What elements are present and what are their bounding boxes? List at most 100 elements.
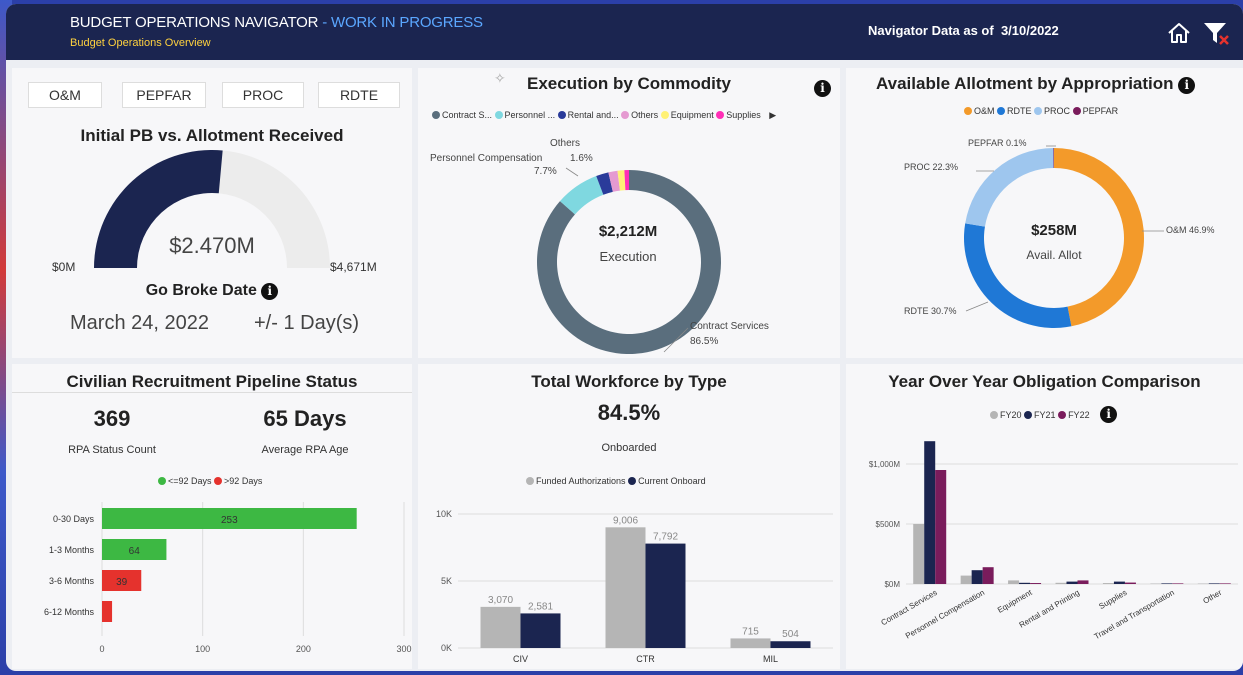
legend-item[interactable]: Supplies <box>716 110 761 120</box>
legend-item[interactable]: Rental and... <box>557 110 619 120</box>
go-broke-heading: Go Broke Date i <box>12 282 412 300</box>
label-contract-pct: 86.5% <box>690 336 719 347</box>
bar <box>770 641 811 648</box>
legend-item[interactable]: PROC <box>1034 106 1070 116</box>
workforce-title: Total Workforce by Type <box>531 372 727 391</box>
legend-item[interactable]: Funded Authorizations <box>526 476 626 486</box>
donut-slice <box>965 148 1054 227</box>
category-label: Equipment <box>996 588 1034 615</box>
rpa-age-label: Average RPA Age <box>261 444 349 456</box>
bar-value-label: 64 <box>129 546 141 557</box>
label-others: Others <box>550 138 581 149</box>
bar-value-label: 715 <box>742 626 759 637</box>
legend-item[interactable]: Equipment <box>660 110 714 120</box>
allotment-title-row: Available Allotment by Appropriation i <box>876 74 1196 94</box>
info-icon[interactable]: i <box>1178 77 1196 94</box>
legend-item[interactable]: >92 Days <box>214 476 262 486</box>
clear-filter-icon[interactable] <box>1202 20 1230 46</box>
bar <box>1124 582 1136 584</box>
recruitment-title: Civilian Recruitment Pipeline Status <box>66 372 358 391</box>
bar <box>1055 582 1067 584</box>
legend-item[interactable]: Contract S... <box>432 110 492 120</box>
legend-item[interactable]: RDTE <box>997 106 1032 116</box>
label-personnel: Personnel Compensation <box>430 153 543 164</box>
legend-item[interactable]: Others <box>621 110 658 120</box>
home-icon[interactable] <box>1166 20 1192 46</box>
title-main: BUDGET OPERATIONS NAVIGATOR <box>70 14 319 31</box>
legend-item[interactable]: <=92 Days <box>158 476 212 486</box>
bar <box>913 524 925 584</box>
allotment-center-value: $258M <box>1031 222 1077 239</box>
gauge-max: $4,671M <box>330 260 377 274</box>
workforce-bar-chart: 10K 5K 0K 3,070 2,581 CIV 9,006 7,792 CTR 715 504 M… <box>436 509 833 664</box>
y-tick-label: 5K <box>441 576 452 586</box>
info-icon[interactable]: i <box>261 283 279 300</box>
bar <box>520 613 561 648</box>
legend-item[interactable]: O&M <box>964 106 995 116</box>
allotment-center-label: Avail. Allot <box>1026 248 1082 262</box>
legend-next-icon[interactable]: ▶ <box>769 110 776 120</box>
bar <box>1077 580 1089 584</box>
yoy-legend: FY20 FY21 FY22 i <box>990 406 1118 423</box>
yoy-bar-chart: $1,000M$500M$0MContract ServicesPersonne… <box>869 441 1238 641</box>
y-tick-label: $1,000M <box>869 460 900 469</box>
recruitment-panel: Civilian Recruitment Pipeline Status 369… <box>12 364 412 669</box>
x-tick-label: 200 <box>296 644 311 654</box>
report-header: BUDGET OPERATIONS NAVIGATOR - WORK IN PR… <box>6 4 1243 60</box>
rpa-count: 369 <box>93 406 131 431</box>
gauge-min: $0M <box>52 260 76 274</box>
label-others-pct: 1.6% <box>570 153 593 164</box>
category-label: 6-12 Months <box>44 607 95 617</box>
y-tick-label: 0K <box>441 643 452 653</box>
bar <box>645 543 686 648</box>
bar-value-label: 3,070 <box>488 595 513 606</box>
info-icon[interactable]: i <box>1100 406 1118 423</box>
bar-value-label: 253 <box>221 515 238 526</box>
allotment-panel: Available Allotment by Appropriation i O… <box>846 68 1243 358</box>
allotment-donut <box>964 145 1164 328</box>
tab-om[interactable]: O&M <box>28 82 102 108</box>
rpa-count-label: RPA Status Count <box>68 444 156 456</box>
x-tick-label: 300 <box>396 644 411 654</box>
allotment-legend: O&M RDTE PROC PEPFAR <box>964 106 1118 116</box>
bar <box>730 638 771 648</box>
divider <box>12 392 412 393</box>
legend-item[interactable]: Personnel ... <box>494 110 555 120</box>
execution-center-value: $2,212M <box>598 223 658 240</box>
x-tick-label: 100 <box>195 644 210 654</box>
tab-rdte[interactable]: RDTE <box>318 82 400 108</box>
workforce-legend: Funded Authorizations Current Onboard <box>526 476 706 486</box>
bar <box>1219 583 1231 584</box>
legend-item[interactable]: Current Onboard <box>628 476 706 486</box>
label-personnel-pct: 7.7% <box>534 166 557 177</box>
legend-item[interactable]: FY20 <box>990 410 1022 420</box>
label-om: O&M 46.9% <box>1166 225 1215 235</box>
report-canvas: BUDGET OPERATIONS NAVIGATOR - WORK IN PR… <box>6 4 1243 671</box>
category-label: Other <box>1201 588 1223 606</box>
bar <box>480 606 521 648</box>
category-label: MIL <box>763 654 778 664</box>
bar-value-label: 504 <box>782 629 799 640</box>
bar <box>1172 583 1184 584</box>
allotment-title: Available Allotment by Appropriation <box>876 74 1174 93</box>
bar-value-label: 9,006 <box>613 515 638 526</box>
bar <box>935 470 947 584</box>
execution-panel: ✧ Execution by Commodity i Contract S...… <box>418 68 840 358</box>
bar <box>960 575 972 584</box>
gauge-title: Initial PB vs. Allotment Received <box>80 126 344 145</box>
bar-value-label: 39 <box>116 577 128 588</box>
execution-legend: Contract S... Personnel ... Rental and..… <box>432 110 776 121</box>
tab-pepfar[interactable]: PEPFAR <box>122 82 206 108</box>
workforce-pct: 84.5% <box>597 400 661 425</box>
bar <box>1161 583 1173 584</box>
legend-item[interactable]: FY21 <box>1024 410 1056 420</box>
tab-proc[interactable]: PROC <box>222 82 304 108</box>
rpa-age: 65 Days <box>263 406 347 431</box>
legend-item[interactable]: FY22 <box>1058 410 1090 420</box>
bar <box>982 567 994 584</box>
info-icon[interactable]: i <box>814 80 831 97</box>
workforce-pct-label: Onboarded <box>601 442 657 454</box>
legend-item[interactable]: PEPFAR <box>1072 106 1118 116</box>
data-as-of: Navigator Data as of 3/10/2022 <box>868 23 1059 38</box>
go-broke-tolerance: +/- 1 Day(s) <box>254 312 360 334</box>
